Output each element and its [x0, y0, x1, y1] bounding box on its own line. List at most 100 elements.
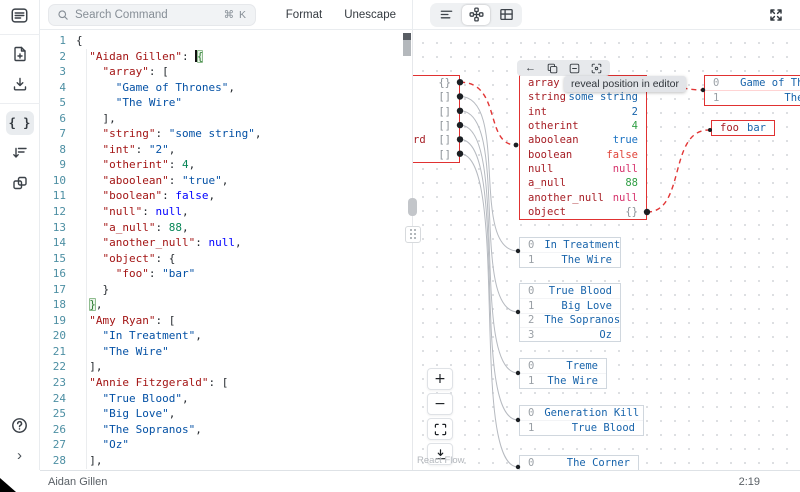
line-number: 25 [52, 407, 66, 421]
json-editor-tool-icon[interactable]: { } [5, 111, 34, 135]
editor-line[interactable]: 6 ], [40, 111, 412, 127]
editor-scrollbar-thumb[interactable] [403, 40, 411, 56]
unescape-button[interactable]: Unescape [344, 9, 396, 21]
new-file-icon[interactable] [6, 42, 34, 66]
graph-node-root[interactable]: {}[][][] rd[][] [412, 75, 460, 163]
reveal-position-tooltip: reveal position in editor [564, 76, 686, 92]
line-number: 19 [52, 313, 66, 327]
editor-line[interactable]: 27 "Oz" [40, 437, 412, 453]
editor-line[interactable]: 2 "Aidan Gillen": { [40, 49, 412, 65]
editor-line[interactable]: 23 "Annie Fitzgerald": [ [40, 375, 412, 391]
line-number: 6 [59, 111, 66, 125]
editor-line[interactable]: 16 "foo": "bar" [40, 266, 412, 282]
editor-line[interactable]: 21 "The Wire" [40, 344, 412, 360]
graph-node-the-corner-array[interactable]: 0 The Corner [519, 455, 639, 470]
search-shortcut: ⌘ K [223, 8, 247, 21]
line-number: 15 [52, 251, 66, 265]
top-toolbar: Search Command ⌘ K Format Unescape [40, 0, 800, 30]
fit-view-button[interactable] [427, 418, 453, 440]
search-placeholder: Search Command [75, 8, 168, 21]
editor-line[interactable]: 22 ], [40, 359, 412, 375]
status-selection-path: Aidan Gillen [48, 475, 108, 488]
line-number: 9 [59, 158, 66, 172]
line-number: 26 [52, 422, 66, 436]
editor-line[interactable]: 1{ [40, 33, 412, 49]
line-number: 13 [52, 220, 66, 234]
node-toolbar: ← [517, 60, 610, 76]
editor-line[interactable]: 25 "Big Love", [40, 406, 412, 422]
editor-line[interactable]: 4 "Game of Thrones", [40, 80, 412, 96]
line-number: 8 [59, 142, 66, 156]
line-number: 20 [52, 329, 66, 343]
editor-line[interactable]: 12 "null": null, [40, 204, 412, 220]
graph-node-in-treatment-array[interactable]: 0 In Treatment 1 The Wire [519, 237, 621, 268]
json-code-editor[interactable]: 1{2 "Aidan Gillen": {3 "array": [4 "Game… [40, 30, 412, 470]
line-number: 3 [59, 65, 66, 79]
status-bar: Aidan Gillen 2:19 [40, 470, 800, 492]
line-number: 23 [52, 376, 66, 390]
zoom-in-button[interactable]: + [427, 368, 453, 390]
sidebar: { } › [0, 0, 40, 470]
editor-lines: 1{2 "Aidan Gillen": {3 "array": [4 "Game… [40, 33, 412, 470]
editor-line[interactable]: 14 "another_null": null, [40, 235, 412, 251]
graph-view-button[interactable] [462, 4, 490, 25]
line-number: 7 [59, 127, 66, 141]
search-command-box[interactable]: Search Command ⌘ K [48, 3, 256, 26]
graph-node-generation-kill-array[interactable]: 0 Generation Kill 1 True Blood [519, 405, 644, 436]
focus-node-icon[interactable] [591, 63, 602, 74]
editor-line[interactable]: 18 }, [40, 297, 412, 313]
splitter-pill[interactable] [408, 198, 417, 216]
mouse-cursor [0, 478, 16, 492]
text-view-button[interactable] [432, 5, 460, 25]
editor-line[interactable]: 28 ], [40, 453, 412, 469]
editor-line[interactable]: 7 "string": "some string", [40, 126, 412, 142]
editor-line[interactable]: 24 "True Blood", [40, 391, 412, 407]
editor-line[interactable]: 9 "otherint": 4, [40, 157, 412, 173]
expand-sidebar-chevron-icon[interactable]: › [6, 443, 34, 467]
line-number: 5 [59, 96, 66, 110]
graph-node-aidan-gillen-object[interactable]: array string some string int 2 otherint 4 abool… [519, 75, 647, 220]
help-icon[interactable] [6, 413, 34, 437]
graph-canvas[interactable]: {}[][][] rd[][] array string some string int 2… [412, 30, 800, 470]
download-icon[interactable] [6, 72, 34, 96]
graph-node-game-of-thrones-array[interactable]: 0Game of Thrones1The Wire [704, 75, 800, 106]
editor-line[interactable]: 26 "The Sopranos", [40, 422, 412, 438]
graph-node-foo-object[interactable]: foo bar [711, 120, 775, 137]
graph-node-treme-array[interactable]: 0 Treme 1 The Wire [519, 358, 607, 389]
format-button[interactable]: Format [286, 9, 322, 21]
splitter-drag-handle[interactable] [405, 226, 421, 243]
editor-line[interactable]: 10 "aboolean": "true", [40, 173, 412, 189]
view-mode-switcher [430, 2, 522, 27]
line-number: 16 [52, 267, 66, 281]
app-logo-icon[interactable] [6, 3, 34, 27]
line-number: 2 [59, 49, 66, 63]
line-number: 17 [52, 282, 66, 296]
back-icon[interactable]: ← [525, 62, 536, 74]
sidebar-divider [0, 34, 40, 35]
editor-line[interactable]: 8 "int": "2", [40, 142, 412, 158]
editor-line[interactable]: 15 "object": { [40, 251, 412, 267]
line-number: 11 [52, 189, 66, 203]
app-window: { } › Search Command ⌘ K Format Unescape… [0, 0, 800, 492]
editor-line[interactable]: 3 "array": [ [40, 64, 412, 80]
collapse-node-icon[interactable] [569, 63, 580, 74]
editor-line[interactable]: 17 } [40, 282, 412, 298]
fullscreen-button[interactable] [764, 3, 788, 27]
line-number: 27 [52, 438, 66, 452]
graph-node-true-blood-array[interactable]: 0 True Blood 1 Big Love 2 The Sopranos 3 Oz [519, 283, 621, 343]
editor-line[interactable]: 20 "In Treatment", [40, 328, 412, 344]
table-view-button[interactable] [492, 5, 520, 25]
zoom-out-button[interactable]: − [427, 393, 453, 415]
editor-scrollbar[interactable] [403, 33, 411, 40]
editor-line[interactable]: 11 "boolean": false, [40, 188, 412, 204]
editor-line[interactable]: 13 "a_null": 88, [40, 220, 412, 236]
panel-splitter[interactable] [405, 30, 421, 470]
line-number: 14 [52, 236, 66, 250]
line-number: 4 [59, 80, 66, 94]
sidebar-divider [0, 103, 40, 104]
copy-icon[interactable] [547, 63, 558, 74]
compare-tool-icon[interactable] [6, 171, 34, 195]
editor-line[interactable]: 5 "The Wire" [40, 95, 412, 111]
editor-line[interactable]: 19 "Amy Ryan": [ [40, 313, 412, 329]
transform-tool-icon[interactable] [6, 141, 34, 165]
